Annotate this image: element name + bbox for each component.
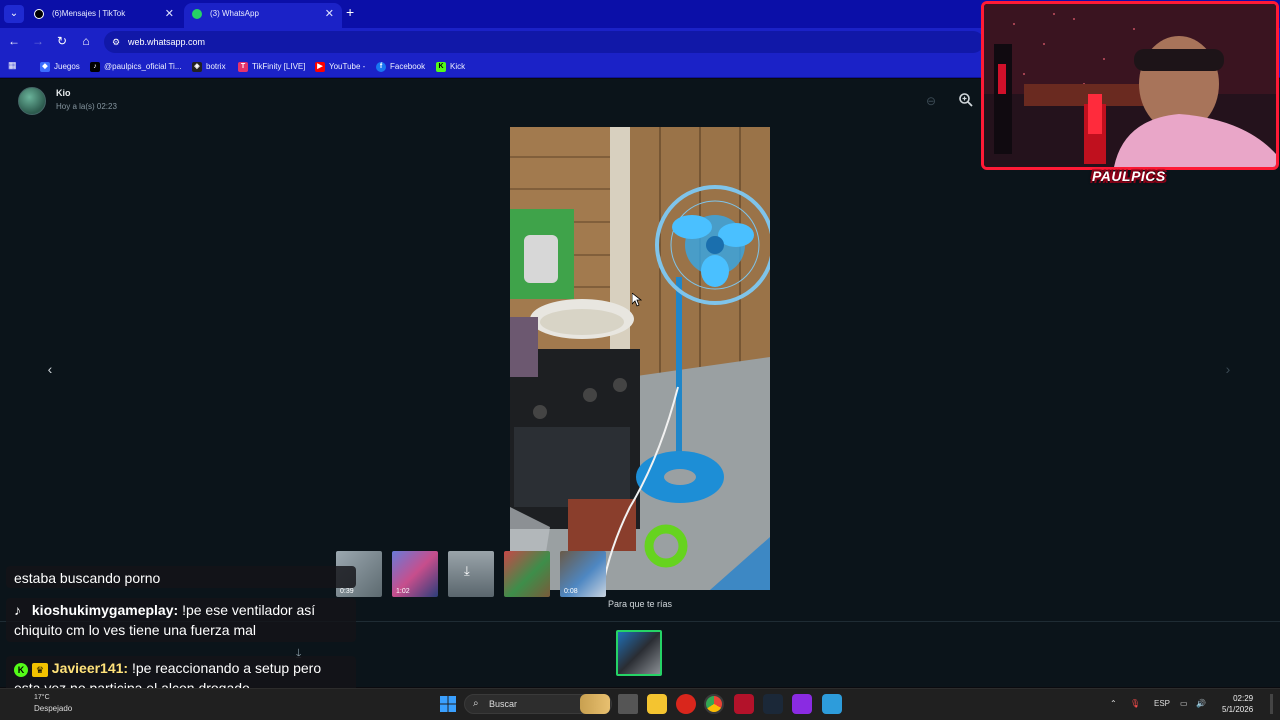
gamepad-icon: ◆ bbox=[40, 62, 50, 72]
webcam-feed bbox=[981, 1, 1279, 170]
close-tab-icon[interactable]: ✕ bbox=[165, 3, 174, 25]
kick-icon: K bbox=[14, 663, 28, 677]
tiktok-icon: ♪ bbox=[90, 62, 100, 72]
chat-text: estaba buscando porno bbox=[14, 570, 161, 586]
back-icon[interactable]: ← bbox=[6, 34, 22, 48]
apps-grid-icon[interactable]: ▦ bbox=[8, 60, 18, 70]
sender-name: Kio bbox=[56, 88, 71, 98]
avatar[interactable] bbox=[18, 87, 46, 115]
next-media-button[interactable]: › bbox=[1218, 359, 1238, 379]
media-thumbnail[interactable]: 0:08 bbox=[560, 551, 606, 597]
bookmark-tiktok[interactable]: ♪ @paulpics_oficial Ti... bbox=[90, 60, 182, 74]
microphone-icon[interactable]: 🎙 bbox=[1130, 699, 1140, 708]
bookmark-juegos[interactable]: ◆ Juegos bbox=[40, 60, 80, 74]
tab-title: (3) WhatsApp bbox=[210, 9, 259, 18]
tab-tiktok[interactable]: (6)Mensajes | TikTok ✕ bbox=[26, 3, 182, 28]
tab-search-button[interactable]: ⌄ bbox=[4, 5, 24, 23]
steam-icon[interactable] bbox=[763, 694, 783, 714]
game-app-icon[interactable] bbox=[792, 694, 812, 714]
media-caption: Para que te rías bbox=[607, 599, 673, 609]
notepad-icon[interactable] bbox=[822, 694, 842, 714]
media-thumbnail[interactable]: ⤓ bbox=[448, 551, 494, 597]
previous-media-button[interactable]: ‹ bbox=[40, 359, 60, 379]
system-clock[interactable]: 02:29 5/1/2026 bbox=[1222, 693, 1253, 715]
voicemeeter-icon[interactable] bbox=[734, 694, 754, 714]
search-highlight-icon[interactable] bbox=[580, 694, 610, 714]
media-photo bbox=[510, 127, 770, 590]
file-explorer-icon[interactable] bbox=[647, 694, 667, 714]
zoom-in-icon[interactable] bbox=[958, 92, 974, 108]
url-text: web.whatsapp.com bbox=[128, 37, 206, 47]
media-thumbnail[interactable] bbox=[504, 551, 550, 597]
home-icon[interactable]: ⌂ bbox=[78, 34, 94, 48]
streamer-logo: PAULPICS bbox=[1092, 168, 1166, 184]
network-icon[interactable]: ▭ bbox=[1180, 699, 1188, 708]
show-desktop-button[interactable] bbox=[1270, 694, 1273, 714]
chat-message: estaba buscando porno bbox=[6, 566, 356, 588]
windows-taskbar bbox=[0, 688, 1280, 720]
clock-time: 02:29 bbox=[1233, 694, 1254, 703]
windows-start-icon[interactable] bbox=[438, 694, 458, 714]
whatsapp-icon bbox=[192, 9, 202, 19]
task-view-icon[interactable] bbox=[618, 694, 638, 714]
bookmark-botrix[interactable]: ◈ botrix bbox=[192, 60, 226, 74]
chat-username: Javieer141: bbox=[51, 660, 129, 676]
botrix-icon: ◈ bbox=[192, 62, 202, 72]
tikfinity-icon: T bbox=[238, 62, 248, 72]
crown-icon: ♛ bbox=[31, 663, 48, 677]
download-icon[interactable]: ⤓ bbox=[464, 563, 470, 579]
facebook-icon: f bbox=[376, 62, 386, 72]
kick-icon: K bbox=[436, 62, 446, 72]
address-bar[interactable]: ⚙ web.whatsapp.com bbox=[104, 31, 984, 53]
mouse-pointer-icon bbox=[631, 292, 643, 312]
close-tab-icon[interactable]: ✕ bbox=[325, 3, 334, 25]
bookmark-youtube[interactable]: ▶ YouTube - bbox=[315, 60, 365, 74]
chrome-icon[interactable] bbox=[704, 694, 724, 714]
zoom-out-icon[interactable]: ⊖ bbox=[926, 94, 940, 108]
tab-title: (6)Mensajes | TikTok bbox=[52, 9, 126, 18]
clock-date: 5/1/2026 bbox=[1222, 705, 1254, 714]
reload-icon[interactable]: ↻ bbox=[54, 34, 70, 48]
weather-temperature: 17°C bbox=[34, 694, 50, 701]
media-app-icon[interactable] bbox=[676, 694, 696, 714]
tiktok-icon: ♪ bbox=[14, 602, 21, 618]
site-info-icon[interactable]: ⚙ bbox=[112, 31, 120, 53]
forward-icon[interactable]: → bbox=[30, 34, 46, 48]
bookmark-facebook[interactable]: f Facebook bbox=[376, 60, 425, 74]
weather-description[interactable]: Despejado bbox=[34, 704, 72, 713]
new-tab-button[interactable]: + bbox=[346, 4, 354, 20]
search-icon: ⌕ bbox=[473, 698, 479, 709]
show-hidden-icons[interactable]: ⌃ bbox=[1110, 699, 1117, 708]
tab-whatsapp[interactable]: (3) WhatsApp ✕ bbox=[184, 3, 342, 28]
tiktok-icon bbox=[34, 9, 44, 19]
chat-username: kioshukimygameplay: bbox=[31, 602, 179, 618]
bookmark-tikfinity[interactable]: T TikFinity [LIVE] bbox=[238, 60, 306, 74]
sent-time: Hoy a la(s) 02:23 bbox=[56, 102, 117, 111]
media-thumbnail[interactable]: 1:02 bbox=[392, 551, 438, 597]
chat-message: ♪ kioshukimygameplay: !pe ese ventilador… bbox=[6, 598, 356, 642]
volume-icon[interactable]: 🔊 bbox=[1196, 699, 1206, 708]
media-thumbnail-active[interactable] bbox=[616, 630, 662, 676]
bookmark-kick[interactable]: K Kick bbox=[436, 60, 465, 74]
youtube-icon: ▶ bbox=[315, 62, 325, 72]
language-indicator[interactable]: ESP bbox=[1154, 699, 1170, 708]
